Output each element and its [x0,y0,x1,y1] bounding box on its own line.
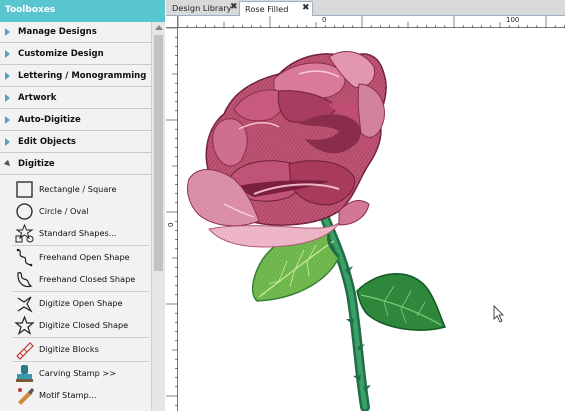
tool-label: Freehand Closed Shape [39,274,136,284]
tool-label: Digitize Blocks [39,344,99,354]
category-edit-objects[interactable]: Edit Objects [0,132,151,153]
toolboxes-title: Toolboxes [0,0,165,22]
ruler-label: 0 [167,222,175,227]
tool-freehand-open[interactable]: Freehand Open Shape [0,246,151,268]
expand-arrow-icon [5,28,10,36]
tool-rectangle-square[interactable]: Rectangle / Square [0,178,151,200]
close-icon[interactable]: ✖ [302,3,310,13]
toolboxes-panel: Toolboxes Manage Designs Customize Desig… [0,0,165,411]
freehand-open-icon [16,248,33,267]
document-tabbar: Design Library ✖ Rose Filled ✖ [166,0,565,16]
tool-label: Standard Shapes... [39,228,117,238]
tool-label: Motif Stamp... [39,390,97,400]
ruler-label: 0 [322,16,327,24]
carving-stamp-icon [16,365,33,382]
horizontal-ruler: 0 100 [178,16,565,28]
ruler-ticks [166,28,178,406]
digitize-blocks-icon [16,342,34,360]
collapse-arrow-icon [3,159,13,169]
category-label: Lettering / Monogramming [18,71,147,81]
expand-arrow-icon [5,50,10,58]
tool-digitize-blocks[interactable]: Digitize Blocks [0,338,151,360]
category-label: Artwork [18,93,57,103]
category-auto-digitize[interactable]: Auto-Digitize [0,110,151,131]
motif-stamp-icon [18,388,34,405]
cursor-icon [493,305,504,323]
tool-label: Digitize Open Shape [39,298,123,308]
category-label: Manage Designs [18,27,97,37]
category-digitize[interactable]: Digitize [0,154,151,175]
scroll-thumb[interactable] [154,35,163,271]
tab-design-library[interactable]: Design Library ✖ [167,1,239,16]
circle-icon [16,203,33,220]
rectangle-icon [16,181,33,198]
tab-label: Rose Filled [245,4,289,14]
tool-label: Freehand Open Shape [39,252,130,262]
digitize-open-icon [17,296,33,313]
expand-arrow-icon [5,72,10,80]
scroll-up-icon[interactable] [155,25,163,30]
vertical-ruler: 0 [166,28,178,411]
close-icon[interactable]: ✖ [230,2,238,12]
tool-label: Circle / Oval [39,206,89,216]
tab-label: Design Library [172,3,232,13]
expand-arrow-icon [5,94,10,102]
rose-embroidery-design [186,51,504,411]
expand-arrow-icon [5,116,10,124]
category-label: Auto-Digitize [18,115,81,125]
category-label: Edit Objects [18,137,76,147]
tool-label: Digitize Closed Shape [39,320,129,330]
tool-digitize-closed[interactable]: Digitize Closed Shape [0,314,151,336]
ruler-label: 100 [506,16,520,24]
tool-label: Rectangle / Square [39,184,117,194]
category-label: Digitize [18,159,55,169]
expand-arrow-icon [5,138,10,146]
tool-motif-stamp[interactable]: Motif Stamp... [0,384,151,406]
freehand-closed-icon [17,272,33,288]
tool-standard-shapes[interactable]: Standard Shapes... [0,222,151,244]
toolboxes-scrollbar[interactable] [151,22,165,411]
tool-circle-oval[interactable]: Circle / Oval [0,200,151,222]
category-lettering[interactable]: Lettering / Monogramming [0,66,151,87]
tool-carving-stamp[interactable]: Carving Stamp >> [0,362,151,384]
ruler-corner [166,16,178,28]
category-customize-design[interactable]: Customize Design [0,44,151,65]
category-manage-designs[interactable]: Manage Designs [0,22,151,43]
category-label: Customize Design [18,49,104,59]
category-artwork[interactable]: Artwork [0,88,151,109]
tool-digitize-open[interactable]: Digitize Open Shape [0,292,151,314]
shapes-icon [15,223,34,243]
tab-rose-filled[interactable]: Rose Filled ✖ [239,1,313,16]
digitize-closed-icon [14,315,35,336]
tool-freehand-closed[interactable]: Freehand Closed Shape [0,268,151,290]
design-canvas[interactable] [179,29,565,411]
tool-label: Carving Stamp >> [39,368,117,378]
